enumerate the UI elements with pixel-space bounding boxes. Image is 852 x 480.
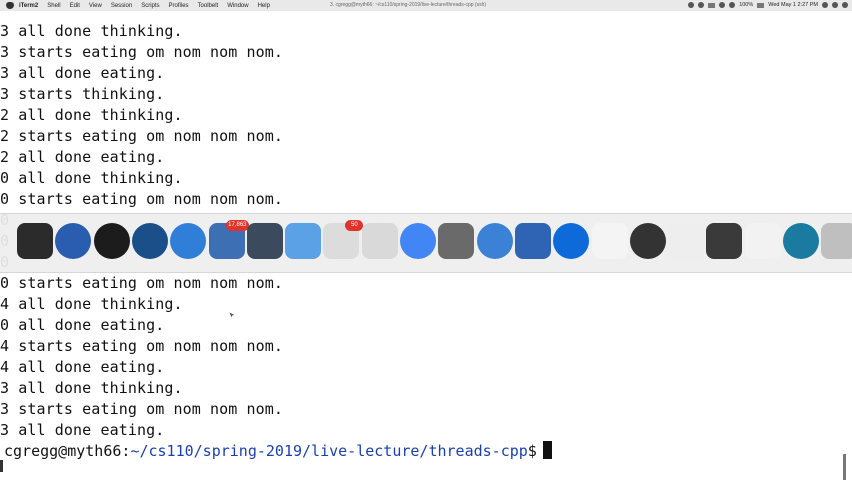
menu-status-area: 100% Wed May 1 2:27 PM [688, 2, 848, 8]
terminal-line: 3 starts eating om nom nom nom. [0, 43, 284, 61]
apple-menu-icon[interactable] [6, 2, 14, 9]
trash-icon[interactable] [821, 223, 852, 259]
notification-center-icon[interactable] [842, 2, 848, 8]
bbedit-icon[interactable] [361, 223, 398, 259]
mouse-pointer-icon [229, 312, 235, 318]
terminal-line: 3 starts thinking. [0, 85, 165, 103]
calendar-icon[interactable] [591, 223, 628, 259]
arduino-icon[interactable] [783, 223, 819, 259]
menu-view[interactable]: View [89, 3, 102, 9]
menu-scripts[interactable]: Scripts [141, 3, 159, 9]
siri-icon[interactable] [832, 2, 838, 8]
document-icon[interactable] [744, 223, 781, 259]
safari-icon[interactable] [170, 223, 207, 259]
terminal-line: 3 all done eating. [0, 421, 165, 439]
terminal-line: 0 starts eating om nom nom nom. [0, 274, 284, 292]
prompt-path: ~/cs110/spring-2019/live-lecture/threads… [130, 442, 528, 460]
text-cursor [542, 441, 552, 459]
cloud-icon[interactable] [698, 2, 705, 8]
terminal-line: 2 starts eating om nom nom nom. [0, 127, 284, 145]
scrollbar-thumb[interactable] [843, 454, 846, 480]
slack-icon[interactable] [246, 223, 283, 259]
activity-monitor-icon[interactable] [629, 223, 666, 259]
messages-icon[interactable] [476, 223, 513, 259]
terminal-line: 2 all done thinking. [0, 106, 183, 124]
notebook-icon[interactable] [706, 223, 743, 259]
menu-edit[interactable]: Edit [70, 3, 80, 9]
menu-shell[interactable]: Shell [47, 3, 60, 9]
firefox-icon[interactable] [55, 223, 92, 259]
menu-window[interactable]: Window [227, 3, 248, 9]
terminal-line: 4 starts eating om nom nom nom. [0, 337, 284, 355]
notes-icon[interactable]: 50 [323, 220, 364, 259]
terminal-line: 3 all done eating. [0, 64, 165, 82]
volume-icon[interactable] [729, 2, 736, 8]
teamviewer-icon[interactable] [553, 223, 590, 259]
keychain-icon[interactable] [438, 223, 475, 259]
terminal-line: 0 starts eating om nom nom nom. [0, 190, 284, 208]
finder-icon[interactable] [285, 223, 322, 259]
prompt-symbol: $ [527, 442, 537, 460]
menu-session[interactable]: Session [111, 3, 132, 9]
dock: 17,863 50 [0, 213, 852, 273]
window-edge-marker [0, 460, 3, 472]
preview-icon[interactable]: 17,863 [208, 220, 249, 259]
spotlight-icon[interactable] [822, 2, 828, 8]
quicktime-icon[interactable] [131, 223, 168, 259]
image-capture-icon[interactable] [514, 223, 551, 259]
dvd-player-icon[interactable] [93, 223, 130, 259]
battery-icon[interactable] [757, 2, 765, 8]
terminal-line: 3 starts eating om nom nom nom. [0, 400, 284, 418]
terminal-line: 0 all done thinking. [0, 169, 183, 187]
shell-prompt[interactable]: cgregg@myth66:~/cs110/spring-2019/live-l… [4, 440, 552, 462]
chrome-icon[interactable] [400, 223, 436, 259]
battery-percent[interactable]: 100% [739, 2, 753, 8]
terminal-line: 2 all done eating. [0, 148, 165, 166]
terminal-line: 3 all done thinking. [0, 22, 183, 40]
status-icon[interactable] [688, 2, 695, 8]
menu-toolbelt[interactable]: Toolbelt [198, 3, 219, 9]
window-title: 3. cgregg@myth66: ~/cs110/spring-2019/li… [330, 2, 487, 8]
terminal-icon[interactable] [17, 223, 53, 259]
menu-app-name[interactable]: iTerm2 [19, 3, 38, 9]
notification-badge: 50 [345, 220, 364, 231]
terminal-line: 0 all done eating. [0, 316, 165, 334]
menu-profiles[interactable]: Profiles [169, 3, 189, 9]
clock[interactable]: Wed May 1 2:27 PM [768, 2, 818, 8]
menu-help[interactable]: Help [258, 3, 270, 9]
prompt-user-host: cgregg@myth66 [4, 442, 122, 460]
display-icon[interactable] [708, 2, 716, 8]
notification-badge: 17,863 [226, 220, 249, 231]
terminal-line: 4 all done thinking. [0, 295, 183, 313]
terminal-line: 3 all done thinking. [0, 379, 183, 397]
wifi-icon[interactable] [719, 2, 726, 8]
textedit-icon[interactable] [668, 223, 705, 259]
terminal-line: 4 all done eating. [0, 358, 165, 376]
